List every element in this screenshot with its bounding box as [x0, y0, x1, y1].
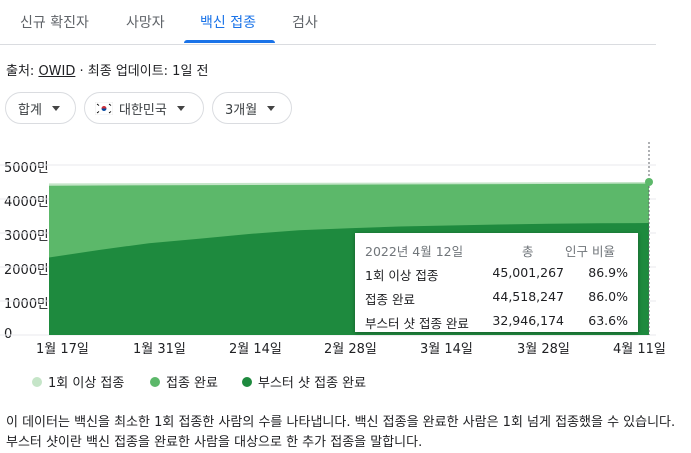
- hover-point: [645, 177, 653, 186]
- x-tick-label: 2월 28일: [324, 342, 377, 357]
- tooltip-row-total: 44,518,247: [492, 289, 564, 304]
- legend-item-booster[interactable]: 부스터 샷 접종 완료: [242, 372, 366, 391]
- tooltip-col-ratio: 인구 비율: [565, 244, 615, 259]
- tooltip-row-label: 1회 이상 접종: [365, 268, 439, 283]
- legend-label: 1회 이상 접종: [48, 376, 125, 391]
- x-tick-label: 3월 14일: [420, 342, 473, 357]
- tooltip-date: 2022년 4월 12일: [365, 244, 464, 259]
- tooltip-row-ratio: 86.0%: [588, 289, 628, 304]
- x-tick-label: 4월 11일: [613, 342, 666, 357]
- tooltip-row-ratio: 63.6%: [588, 313, 628, 328]
- x-tick-label: 3월 28일: [517, 342, 570, 357]
- chart-description: 이 데이터는 백신을 최소한 1회 접종한 사람의 수를 나타냅니다. 백신 접…: [6, 415, 676, 450]
- tooltip-row-label: 부스터 샷 접종 완료: [365, 316, 469, 331]
- legend-swatch: [150, 376, 160, 387]
- legend-label: 부스터 샷 접종 완료: [258, 376, 367, 391]
- x-tick-label: 1월 31일: [133, 342, 186, 357]
- legend-swatch: [32, 376, 42, 387]
- data-tooltip: 2022년 4월 12일 총 인구 비율 1회 이상 접종 45,001,267…: [355, 233, 638, 332]
- tooltip-row-total: 45,001,267: [492, 265, 564, 280]
- x-tick-label: 2월 14일: [229, 342, 282, 357]
- legend-item-complete[interactable]: 접종 완료: [150, 372, 218, 391]
- legend-item-dose1[interactable]: 1회 이상 접종: [32, 372, 124, 391]
- tooltip-row-total: 32,946,174: [492, 313, 564, 328]
- x-tick-label: 1월 17일: [36, 342, 89, 357]
- tooltip-row-label: 접종 완료: [365, 292, 415, 307]
- tooltip-row-ratio: 86.9%: [588, 265, 628, 280]
- legend-label: 접종 완료: [166, 376, 218, 391]
- tooltip-col-total: 총: [522, 244, 534, 259]
- legend-swatch: [242, 376, 252, 387]
